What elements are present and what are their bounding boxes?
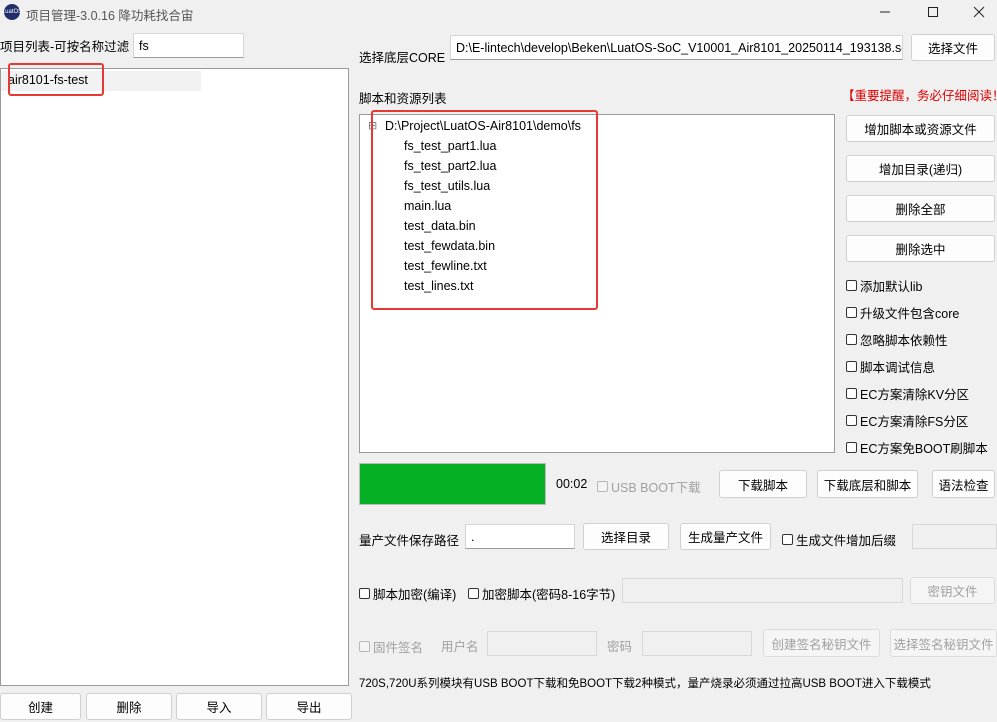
- title-bar: LuatOS 项目管理-3.0.16 降功耗找合宙: [0, 0, 997, 24]
- project-list[interactable]: air8101-fs-test: [0, 68, 349, 686]
- compile-encrypt-checkbox[interactable]: 脚本加密(编译): [359, 584, 456, 603]
- project-filter-input[interactable]: fs: [133, 33, 244, 58]
- key-file-button: 密钥文件: [910, 577, 995, 604]
- delete-selected-button[interactable]: 删除选中: [846, 235, 995, 262]
- option-add-default-lib[interactable]: 添加默认lib: [846, 276, 923, 295]
- option-clear-fs[interactable]: EC方案清除FS分区: [846, 411, 968, 430]
- app-logo-icon: LuatOS: [2, 4, 22, 20]
- download-core-script-button[interactable]: 下载底层和脚本: [817, 470, 918, 498]
- sign-user-label: 用户名: [441, 640, 479, 654]
- add-file-button[interactable]: 增加脚本或资源文件: [846, 115, 995, 142]
- add-dir-button[interactable]: 增加目录(递归): [846, 155, 995, 182]
- checkbox-icon: [846, 361, 857, 372]
- import-project-button[interactable]: 导入: [176, 693, 262, 720]
- option-include-core[interactable]: 升级文件包含core: [846, 303, 959, 322]
- sign-password-input: [642, 631, 752, 656]
- download-progress-bar: [359, 463, 546, 505]
- firmware-sign-checkbox: 固件签名: [359, 637, 423, 656]
- suffix-input: [912, 524, 997, 549]
- checkbox-icon: [846, 334, 857, 345]
- export-project-button[interactable]: 导出: [266, 693, 352, 720]
- checkbox-icon: [846, 307, 857, 318]
- window-title: 项目管理-3.0.16 降功耗找合宙: [26, 9, 194, 23]
- close-icon[interactable]: [956, 0, 997, 24]
- checkbox-icon: [846, 388, 857, 399]
- encrypt-password-input: [622, 578, 903, 603]
- choose-core-button[interactable]: 选择文件: [911, 34, 995, 61]
- sign-password-label: 密码: [607, 640, 633, 654]
- delete-all-button[interactable]: 删除全部: [846, 195, 995, 222]
- add-suffix-checkbox[interactable]: 生成文件增加后缀: [782, 530, 896, 549]
- minimize-icon[interactable]: [862, 0, 908, 24]
- highlight-script-tree: [371, 110, 598, 310]
- download-time: 00:02: [556, 477, 588, 491]
- choose-sign-key-button: 选择签名秘钥文件: [890, 629, 997, 657]
- option-debug-info[interactable]: 脚本调试信息: [846, 357, 935, 376]
- delete-project-button[interactable]: 删除: [86, 693, 172, 720]
- maximize-icon[interactable]: [910, 0, 956, 24]
- core-label: 选择底层CORE: [359, 51, 446, 65]
- usb-boot-note: 720S,720U系列模块有USB BOOT下载和免BOOT下载2种模式，量产烧…: [359, 678, 931, 690]
- checkbox-icon: [359, 641, 370, 652]
- download-progress-fill: [360, 464, 545, 504]
- choose-dir-button[interactable]: 选择目录: [583, 523, 669, 550]
- core-path-input[interactable]: D:\E-lintech\develop\Beken\LuatOS-SoC_V1…: [450, 35, 903, 60]
- syntax-check-button[interactable]: 语法检查: [932, 470, 995, 498]
- highlight-project: [8, 63, 104, 96]
- option-no-boot[interactable]: EC方案免BOOT刷脚本: [846, 438, 988, 457]
- scripts-label: 脚本和资源列表: [359, 92, 447, 106]
- generate-production-button[interactable]: 生成量产文件: [680, 523, 771, 550]
- production-path-input[interactable]: .: [465, 524, 575, 549]
- checkbox-icon: [846, 442, 857, 453]
- password-encrypt-checkbox[interactable]: 加密脚本(密码8-16字节): [468, 584, 615, 603]
- checkbox-icon: [597, 481, 608, 492]
- sign-user-input: [487, 631, 597, 656]
- checkbox-icon: [846, 415, 857, 426]
- checkbox-icon: [359, 588, 370, 599]
- option-clear-kv[interactable]: EC方案清除KV分区: [846, 384, 969, 403]
- production-path-label: 量产文件保存路径: [359, 534, 460, 548]
- project-filter-label: 项目列表-可按名称过滤: [0, 40, 130, 54]
- create-sign-key-button: 创建签名秘钥文件: [763, 629, 880, 657]
- usb-boot-checkbox: USB BOOT下载: [597, 477, 701, 496]
- checkbox-icon: [782, 534, 793, 545]
- important-warning-link[interactable]: 【重要提醒，务必仔细阅读！: [842, 85, 997, 104]
- option-ignore-deps[interactable]: 忽略脚本依赖性: [846, 330, 948, 349]
- create-project-button[interactable]: 创建: [0, 693, 81, 720]
- checkbox-icon: [846, 280, 857, 291]
- checkbox-icon: [468, 588, 479, 599]
- download-script-button[interactable]: 下载脚本: [719, 470, 807, 498]
